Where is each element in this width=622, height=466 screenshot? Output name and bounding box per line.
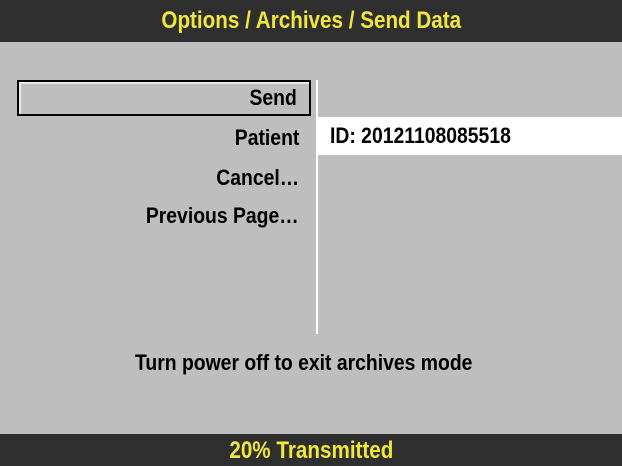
menu-item-previous-page[interactable]: Previous Page… — [17, 202, 299, 230]
exit-hint-text: Turn power off to exit archives mode — [135, 350, 473, 375]
patient-id-value: ID: 20121108085518 — [330, 123, 511, 148]
menu-item-label: Send — [249, 85, 297, 110]
page-title: Options / Archives / Send Data — [161, 7, 461, 34]
menu-item-cancel[interactable]: Cancel… — [17, 164, 299, 192]
menu-item-label: Cancel… — [216, 165, 299, 190]
status-bar: 20% Transmitted — [0, 434, 622, 466]
archives-screen: Options / Archives / Send Data Send Pati… — [0, 0, 622, 466]
menu-item-label: Patient — [234, 125, 299, 150]
menu-item-send[interactable]: Send — [17, 80, 311, 116]
patient-id-field: ID: 20121108085518 — [318, 117, 622, 155]
exit-hint: Turn power off to exit archives mode — [0, 348, 608, 378]
menu-item-label: Previous Page… — [146, 203, 299, 228]
menu-item-patient[interactable]: Patient — [17, 124, 299, 152]
transmission-status: 20% Transmitted — [228, 437, 394, 464]
title-bar: Options / Archives / Send Data — [0, 0, 622, 42]
